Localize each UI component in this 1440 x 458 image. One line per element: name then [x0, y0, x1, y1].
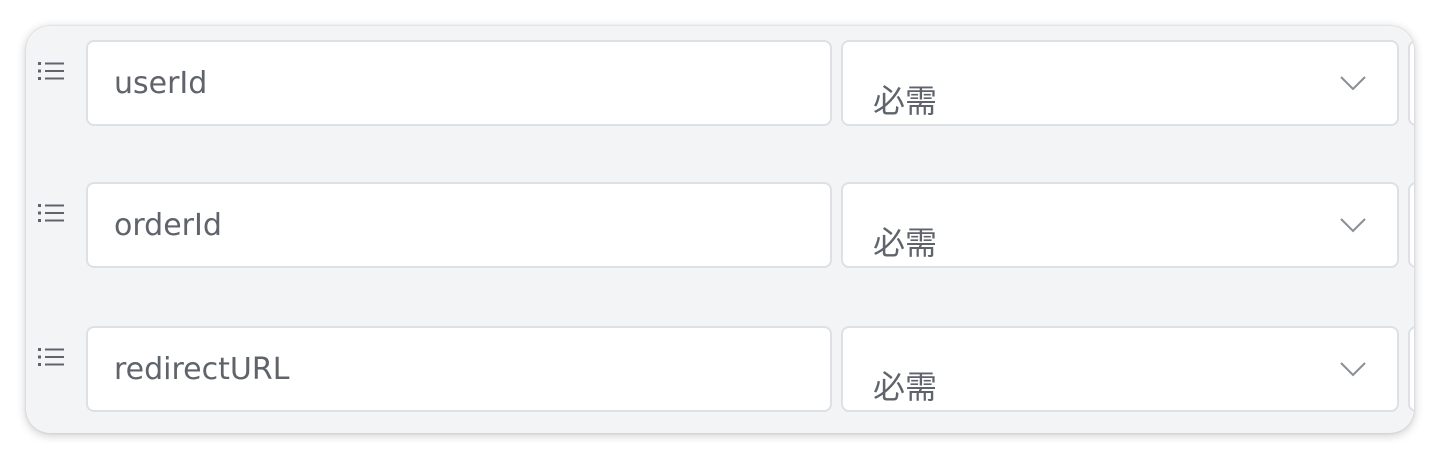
param-requirement-select[interactable]: 必需: [841, 40, 1399, 126]
param-row: 必需: [26, 312, 1414, 412]
param-name-input[interactable]: [86, 40, 832, 126]
params-table: 必需 必需: [26, 26, 1414, 433]
list-drag-icon[interactable]: [38, 346, 64, 368]
chevron-down-icon: [1339, 216, 1367, 234]
list-drag-icon[interactable]: [38, 60, 64, 82]
param-requirement-value: 必需: [873, 368, 938, 406]
param-requirement-select[interactable]: 必需: [841, 182, 1399, 268]
param-name-input[interactable]: [86, 182, 832, 268]
param-requirement-value: 必需: [873, 224, 938, 262]
param-name-input[interactable]: [86, 326, 832, 412]
param-row: 必需: [26, 26, 1414, 126]
param-requirement-select[interactable]: 必需: [841, 326, 1399, 412]
param-requirement-value: 必需: [873, 82, 938, 120]
next-column-field[interactable]: [1408, 182, 1414, 268]
next-column-field[interactable]: [1408, 326, 1414, 412]
list-drag-icon[interactable]: [38, 202, 64, 224]
next-column-field[interactable]: [1408, 40, 1414, 126]
param-row: 必需: [26, 168, 1414, 268]
chevron-down-icon: [1339, 74, 1367, 92]
chevron-down-icon: [1339, 360, 1367, 378]
